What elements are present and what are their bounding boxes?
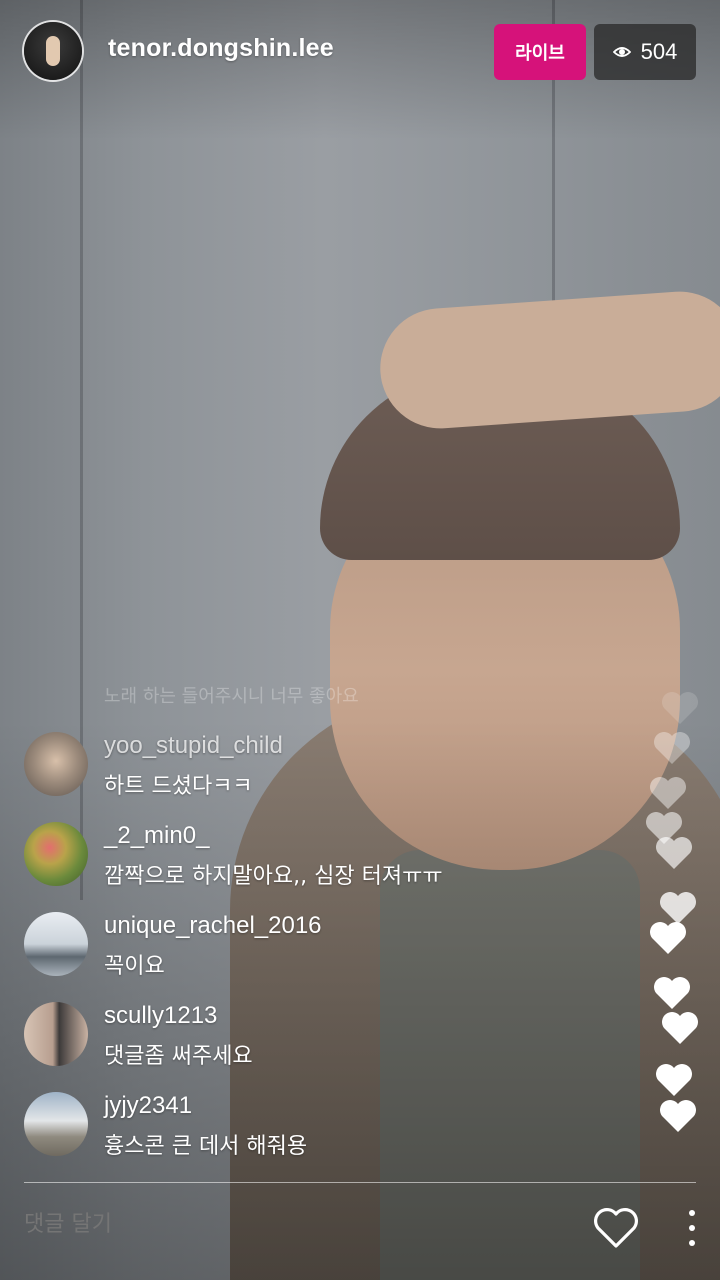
commenter-avatar[interactable] <box>24 822 88 886</box>
comment-text: 댓글좀 써주세요 <box>104 1044 253 1069</box>
eye-icon <box>612 46 631 58</box>
comment-item: scully1213 댓글좀 써주세요 <box>24 1002 644 1082</box>
commenter-avatar[interactable] <box>24 1002 88 1066</box>
viewer-count-badge[interactable]: 504 <box>594 24 696 80</box>
commenter-avatar[interactable] <box>24 1092 88 1156</box>
comment-item: jyjy2341 흉스콘 큰 데서 해줘용 <box>24 1092 644 1172</box>
commenter-username[interactable]: unique_rachel_2016 <box>104 912 322 940</box>
comment-text: 꼭이요 <box>104 954 165 979</box>
heart-outline-icon[interactable] <box>592 1206 640 1250</box>
commenter-username[interactable]: _2_min0_ <box>104 822 209 850</box>
footer-divider <box>24 1182 696 1183</box>
heart-icon <box>654 835 694 871</box>
commenter-username[interactable]: jyjy2341 <box>104 1092 192 1120</box>
commenter-username[interactable]: scully1213 <box>104 1002 217 1030</box>
comment-input[interactable] <box>24 1212 524 1237</box>
commenter-avatar[interactable] <box>24 732 88 796</box>
faded-comment: 노래 하는 들어주시니 너무 좋아요 <box>104 686 359 707</box>
live-badge: 라이브 <box>494 24 586 80</box>
comment-item: _2_min0_ 깜짝으로 하지말아요,, 심장 터져ㅠㅠ <box>24 822 644 902</box>
comment-text: 깜짝으로 하지말아요,, 심장 터져ㅠㅠ <box>104 864 443 889</box>
comment-text: 흉스콘 큰 데서 해줘용 <box>104 1134 308 1159</box>
host-avatar[interactable] <box>24 22 82 80</box>
comment-item: unique_rachel_2016 꼭이요 <box>24 912 644 992</box>
heart-icon <box>652 730 692 766</box>
live-video-frame <box>0 0 720 1280</box>
viewer-count: 504 <box>640 39 678 64</box>
heart-icon <box>658 1098 698 1134</box>
comment-item: yoo_stupid_child 하트 드셨다ㅋㅋ <box>24 732 644 812</box>
heart-icon <box>660 1010 700 1046</box>
heart-icon <box>652 975 692 1011</box>
comment-text: 하트 드셨다ㅋㅋ <box>104 774 253 799</box>
heart-icon <box>648 920 688 956</box>
host-username[interactable]: tenor.dongshin.lee <box>108 34 334 63</box>
more-vertical-icon[interactable] <box>682 1210 702 1246</box>
heart-icon <box>660 690 700 726</box>
commenter-avatar[interactable] <box>24 912 88 976</box>
heart-icon <box>654 1062 694 1098</box>
commenter-username[interactable]: yoo_stupid_child <box>104 732 283 760</box>
live-header: tenor.dongshin.lee 라이브 504 <box>0 0 720 110</box>
floating-hearts <box>630 680 720 1140</box>
heart-icon <box>648 775 688 811</box>
